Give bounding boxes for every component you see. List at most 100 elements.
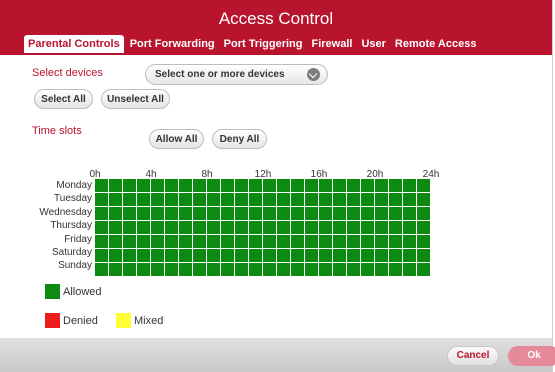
- time-slot-cell[interactable]: [389, 207, 402, 220]
- time-slot-cell[interactable]: [249, 235, 262, 248]
- time-slot-cell[interactable]: [193, 263, 206, 276]
- time-slot-cell[interactable]: [347, 207, 360, 220]
- time-slot-cell[interactable]: [403, 193, 416, 206]
- time-slot-cell[interactable]: [95, 235, 108, 248]
- time-slot-cell[interactable]: [375, 249, 388, 262]
- time-slot-cell[interactable]: [333, 235, 346, 248]
- time-slot-cell[interactable]: [193, 235, 206, 248]
- time-slot-cell[interactable]: [291, 179, 304, 192]
- time-slot-cell[interactable]: [179, 179, 192, 192]
- time-slot-cell[interactable]: [249, 207, 262, 220]
- time-slot-cell[interactable]: [389, 193, 402, 206]
- unselect-all-button[interactable]: Unselect All: [101, 89, 170, 109]
- time-slot-cell[interactable]: [319, 179, 332, 192]
- time-slot-cell[interactable]: [207, 249, 220, 262]
- time-slot-cell[interactable]: [235, 221, 248, 234]
- time-slot-cell[interactable]: [221, 193, 234, 206]
- time-slot-cell[interactable]: [137, 207, 150, 220]
- time-slot-cell[interactable]: [221, 179, 234, 192]
- time-slot-cell[interactable]: [193, 221, 206, 234]
- time-slot-cell[interactable]: [333, 207, 346, 220]
- time-slot-cell[interactable]: [389, 179, 402, 192]
- time-slot-cell[interactable]: [109, 249, 122, 262]
- time-slot-cell[interactable]: [291, 263, 304, 276]
- time-slot-cell[interactable]: [305, 179, 318, 192]
- time-slot-cell[interactable]: [165, 235, 178, 248]
- time-slot-cell[interactable]: [305, 235, 318, 248]
- time-slot-cell[interactable]: [137, 235, 150, 248]
- time-slot-cell[interactable]: [123, 179, 136, 192]
- time-slot-cell[interactable]: [403, 263, 416, 276]
- time-slot-cell[interactable]: [179, 221, 192, 234]
- time-slot-cell[interactable]: [193, 179, 206, 192]
- tab-user[interactable]: User: [358, 35, 388, 53]
- time-slot-cell[interactable]: [95, 179, 108, 192]
- time-slot-cell[interactable]: [305, 263, 318, 276]
- tab-parental-controls[interactable]: Parental Controls: [24, 35, 124, 53]
- time-slot-cell[interactable]: [249, 249, 262, 262]
- time-slot-cell[interactable]: [319, 193, 332, 206]
- time-slot-cell[interactable]: [361, 179, 374, 192]
- time-slot-cell[interactable]: [207, 207, 220, 220]
- time-slot-cell[interactable]: [235, 235, 248, 248]
- time-slot-cell[interactable]: [319, 235, 332, 248]
- time-slot-cell[interactable]: [235, 207, 248, 220]
- time-slot-cell[interactable]: [151, 221, 164, 234]
- time-slot-cell[interactable]: [179, 207, 192, 220]
- time-slot-cell[interactable]: [151, 179, 164, 192]
- time-slot-cell[interactable]: [165, 221, 178, 234]
- time-slot-cell[interactable]: [389, 221, 402, 234]
- time-slot-cell[interactable]: [319, 221, 332, 234]
- time-slot-cell[interactable]: [263, 207, 276, 220]
- time-slot-cell[interactable]: [249, 263, 262, 276]
- time-slot-cell[interactable]: [123, 221, 136, 234]
- time-slot-cell[interactable]: [165, 207, 178, 220]
- allow-all-button[interactable]: Allow All: [149, 129, 204, 149]
- time-slot-cell[interactable]: [151, 263, 164, 276]
- time-slot-cell[interactable]: [193, 193, 206, 206]
- time-slot-cell[interactable]: [291, 221, 304, 234]
- time-slot-cell[interactable]: [389, 235, 402, 248]
- time-slot-cell[interactable]: [137, 221, 150, 234]
- time-slot-cell[interactable]: [277, 263, 290, 276]
- time-slot-cell[interactable]: [123, 207, 136, 220]
- time-slot-cell[interactable]: [347, 193, 360, 206]
- time-slot-cell[interactable]: [403, 179, 416, 192]
- tab-firewall[interactable]: Firewall: [308, 35, 355, 53]
- time-slot-cell[interactable]: [109, 193, 122, 206]
- time-slot-cell[interactable]: [221, 235, 234, 248]
- time-slot-cell[interactable]: [263, 193, 276, 206]
- time-slot-cell[interactable]: [389, 263, 402, 276]
- time-slot-cell[interactable]: [193, 207, 206, 220]
- time-slot-cell[interactable]: [137, 249, 150, 262]
- time-slot-cell[interactable]: [179, 263, 192, 276]
- time-slot-cell[interactable]: [95, 221, 108, 234]
- time-slot-cell[interactable]: [389, 249, 402, 262]
- time-slot-cell[interactable]: [417, 235, 430, 248]
- time-slot-cell[interactable]: [151, 235, 164, 248]
- time-slot-cell[interactable]: [235, 179, 248, 192]
- time-slot-cell[interactable]: [277, 193, 290, 206]
- time-slot-cell[interactable]: [291, 249, 304, 262]
- time-slot-cell[interactable]: [347, 263, 360, 276]
- time-slot-cell[interactable]: [361, 249, 374, 262]
- time-slot-cell[interactable]: [347, 179, 360, 192]
- time-slot-cell[interactable]: [221, 263, 234, 276]
- time-slot-cell[interactable]: [277, 179, 290, 192]
- time-slot-cell[interactable]: [263, 179, 276, 192]
- time-slot-cell[interactable]: [109, 263, 122, 276]
- time-slot-cell[interactable]: [179, 193, 192, 206]
- time-slot-cell[interactable]: [109, 221, 122, 234]
- time-slot-cell[interactable]: [403, 235, 416, 248]
- time-slot-cell[interactable]: [207, 235, 220, 248]
- time-slot-cell[interactable]: [417, 179, 430, 192]
- time-slot-cell[interactable]: [319, 249, 332, 262]
- time-slot-cell[interactable]: [375, 193, 388, 206]
- time-slot-cell[interactable]: [207, 263, 220, 276]
- time-slot-cell[interactable]: [123, 263, 136, 276]
- time-slot-cell[interactable]: [305, 193, 318, 206]
- time-slot-cell[interactable]: [263, 235, 276, 248]
- time-slot-cell[interactable]: [291, 207, 304, 220]
- deny-all-button[interactable]: Deny All: [212, 129, 267, 149]
- cancel-button[interactable]: Cancel: [447, 346, 499, 366]
